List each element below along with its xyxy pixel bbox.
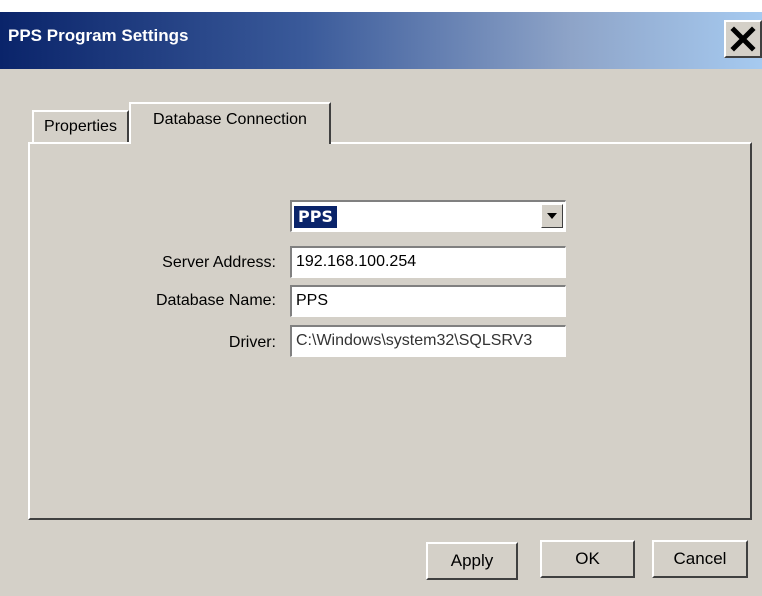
connection-select[interactable]: PPS — [290, 200, 566, 232]
settings-window: PPS Program Settings Properties Database… — [0, 0, 762, 596]
driver-label: Driver: — [228, 334, 276, 351]
server-address-label: Server Address: — [162, 254, 276, 271]
cancel-button[interactable]: Cancel — [652, 540, 748, 578]
database-name-input[interactable]: PPS — [290, 285, 566, 317]
close-button[interactable] — [724, 20, 762, 58]
driver-input[interactable]: C:\Windows\system32\SQLSRV3 — [290, 325, 566, 357]
tab-properties[interactable]: Properties — [32, 110, 129, 142]
tab-properties-label: Properties — [44, 118, 117, 135]
database-name-label: Database Name: — [155, 292, 276, 309]
window-title: PPS Program Settings — [8, 26, 189, 45]
connection-select-value: PPS — [294, 206, 337, 228]
window-top-edge — [0, 0, 762, 12]
apply-button[interactable]: Apply — [426, 542, 518, 580]
tab-database-connection[interactable]: Database Connection — [129, 102, 331, 144]
chevron-down-icon — [547, 213, 557, 219]
ok-button[interactable]: OK — [540, 540, 635, 578]
close-icon — [730, 26, 756, 52]
server-address-input[interactable]: 192.168.100.254 — [290, 246, 566, 278]
tab-database-connection-label: Database Connection — [153, 111, 307, 128]
connection-select-dropdown-button[interactable] — [541, 204, 563, 228]
